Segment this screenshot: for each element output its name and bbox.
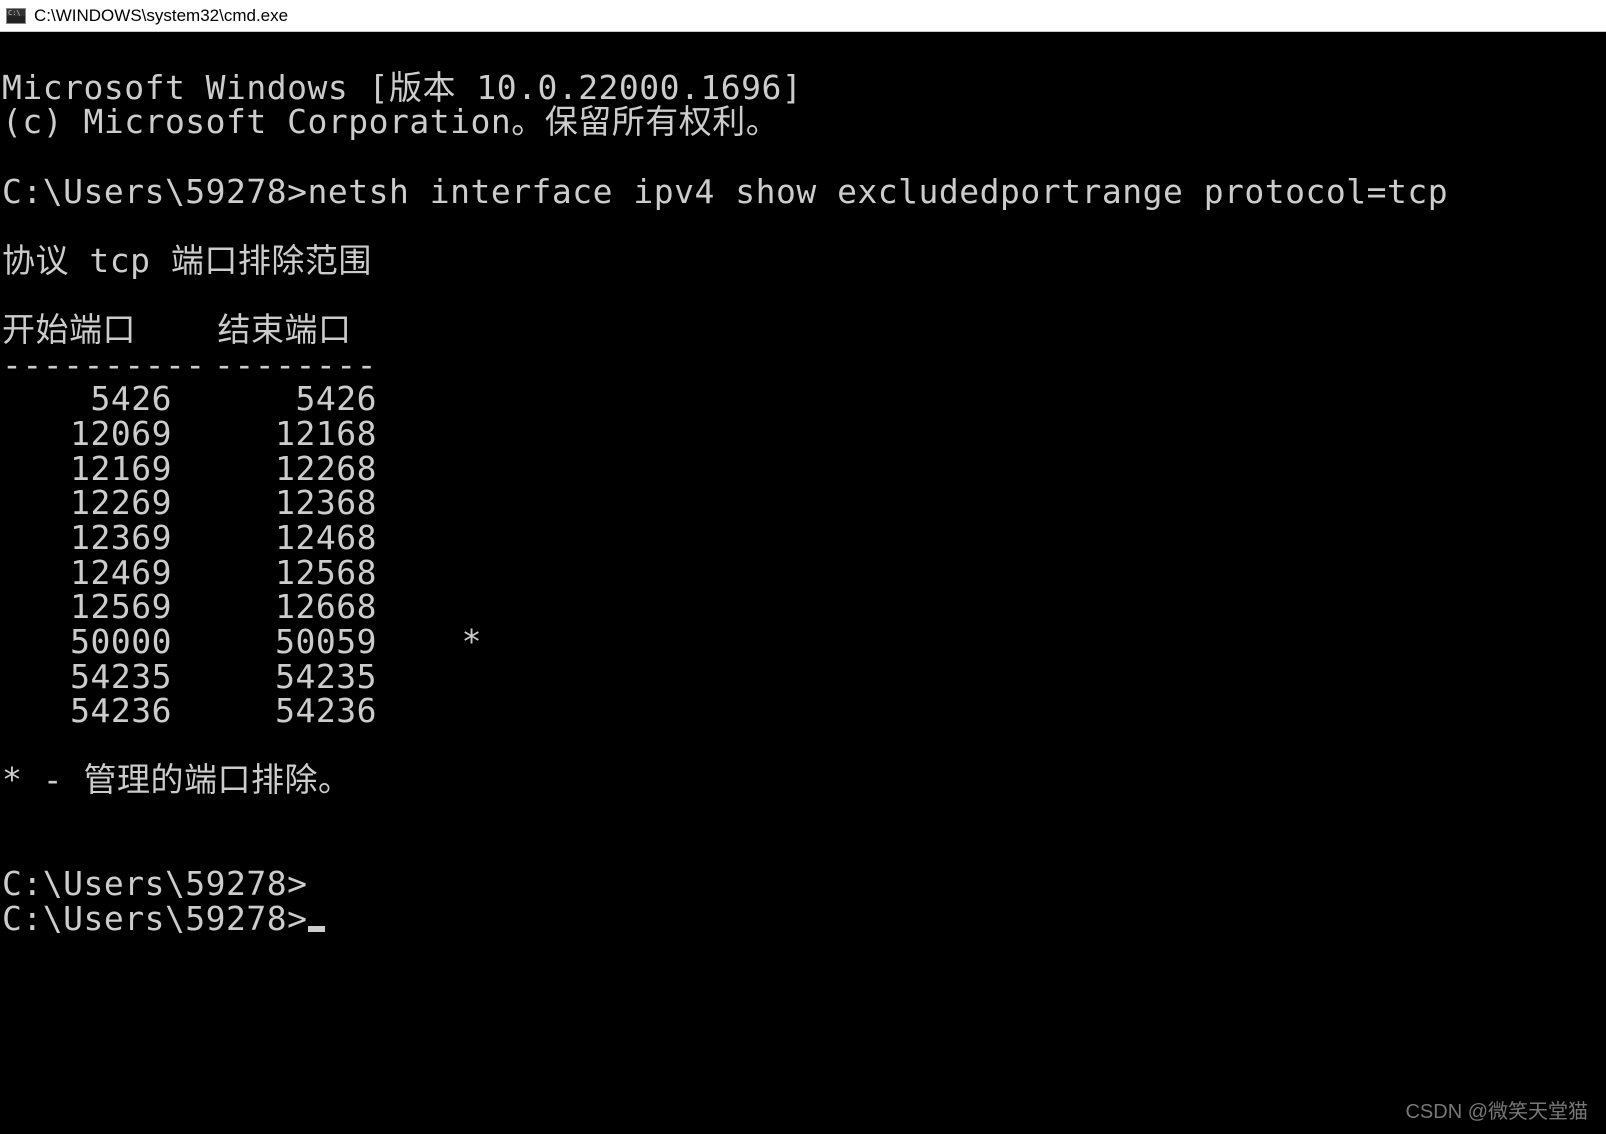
port-start: 54235: [2, 660, 172, 695]
port-start: 12169: [2, 452, 172, 487]
port-start: 54236: [2, 694, 172, 729]
divider-start: ----------: [2, 348, 172, 383]
table-row: 5423654236: [2, 691, 482, 730]
header-end: 结束端口: [217, 310, 351, 349]
cmd-icon: [6, 8, 26, 24]
port-start: 12269: [2, 486, 172, 521]
port-start: 12569: [2, 590, 172, 625]
terminal-output[interactable]: Microsoft Windows [版本 10.0.22000.1696] (…: [0, 32, 1606, 941]
table-row: 1256912668: [2, 587, 482, 626]
port-end: 54236: [172, 694, 377, 729]
port-start: 50000: [2, 625, 172, 660]
command-1: netsh interface ipv4 show excludedportra…: [308, 172, 1449, 211]
port-end: 12668: [172, 590, 377, 625]
port-start: 5426: [2, 382, 172, 417]
footnote: * - 管理的端口排除。: [2, 760, 351, 799]
window-title: C:\WINDOWS\system32\cmd.exe: [34, 6, 288, 26]
port-end: 12168: [172, 417, 377, 452]
watermark: CSDN @微笑天堂猫: [1405, 1095, 1588, 1124]
header-start: 开始端口: [2, 310, 136, 349]
port-end: 54235: [172, 660, 377, 695]
table-row: 54265426: [2, 379, 482, 418]
cursor: [308, 926, 325, 932]
table-row: 1216912268: [2, 449, 482, 488]
banner-line-1: Microsoft Windows [版本 10.0.22000.1696]: [2, 68, 802, 107]
prompt-3: C:\Users\59278>: [2, 899, 308, 938]
port-end: 12468: [172, 521, 377, 556]
table-row: 1206912168: [2, 414, 482, 453]
port-start: 12069: [2, 417, 172, 452]
port-end: 12568: [172, 556, 377, 591]
window-title-bar[interactable]: C:\WINDOWS\system32\cmd.exe: [0, 0, 1606, 32]
divider-end: --------: [172, 348, 377, 383]
table-row: 5423554235: [2, 657, 482, 696]
port-end: 12268: [172, 452, 377, 487]
prompt-2: C:\Users\59278>: [2, 864, 308, 903]
port-end: 12368: [172, 486, 377, 521]
port-start: 12469: [2, 556, 172, 591]
table-row: 1236912468: [2, 518, 482, 557]
port-end: 50059: [172, 625, 377, 660]
table-row: 5000050059*: [2, 622, 482, 661]
table-row: 1246912568: [2, 553, 482, 592]
banner-line-2: (c) Microsoft Corporation。保留所有权利。: [2, 102, 779, 141]
port-start: 12369: [2, 521, 172, 556]
prompt-1: C:\Users\59278>: [2, 172, 308, 211]
port-mark: *: [377, 625, 482, 660]
section-title: 协议 tcp 端口排除范围: [2, 241, 372, 280]
port-end: 5426: [172, 382, 377, 417]
table-row: 1226912368: [2, 483, 482, 522]
